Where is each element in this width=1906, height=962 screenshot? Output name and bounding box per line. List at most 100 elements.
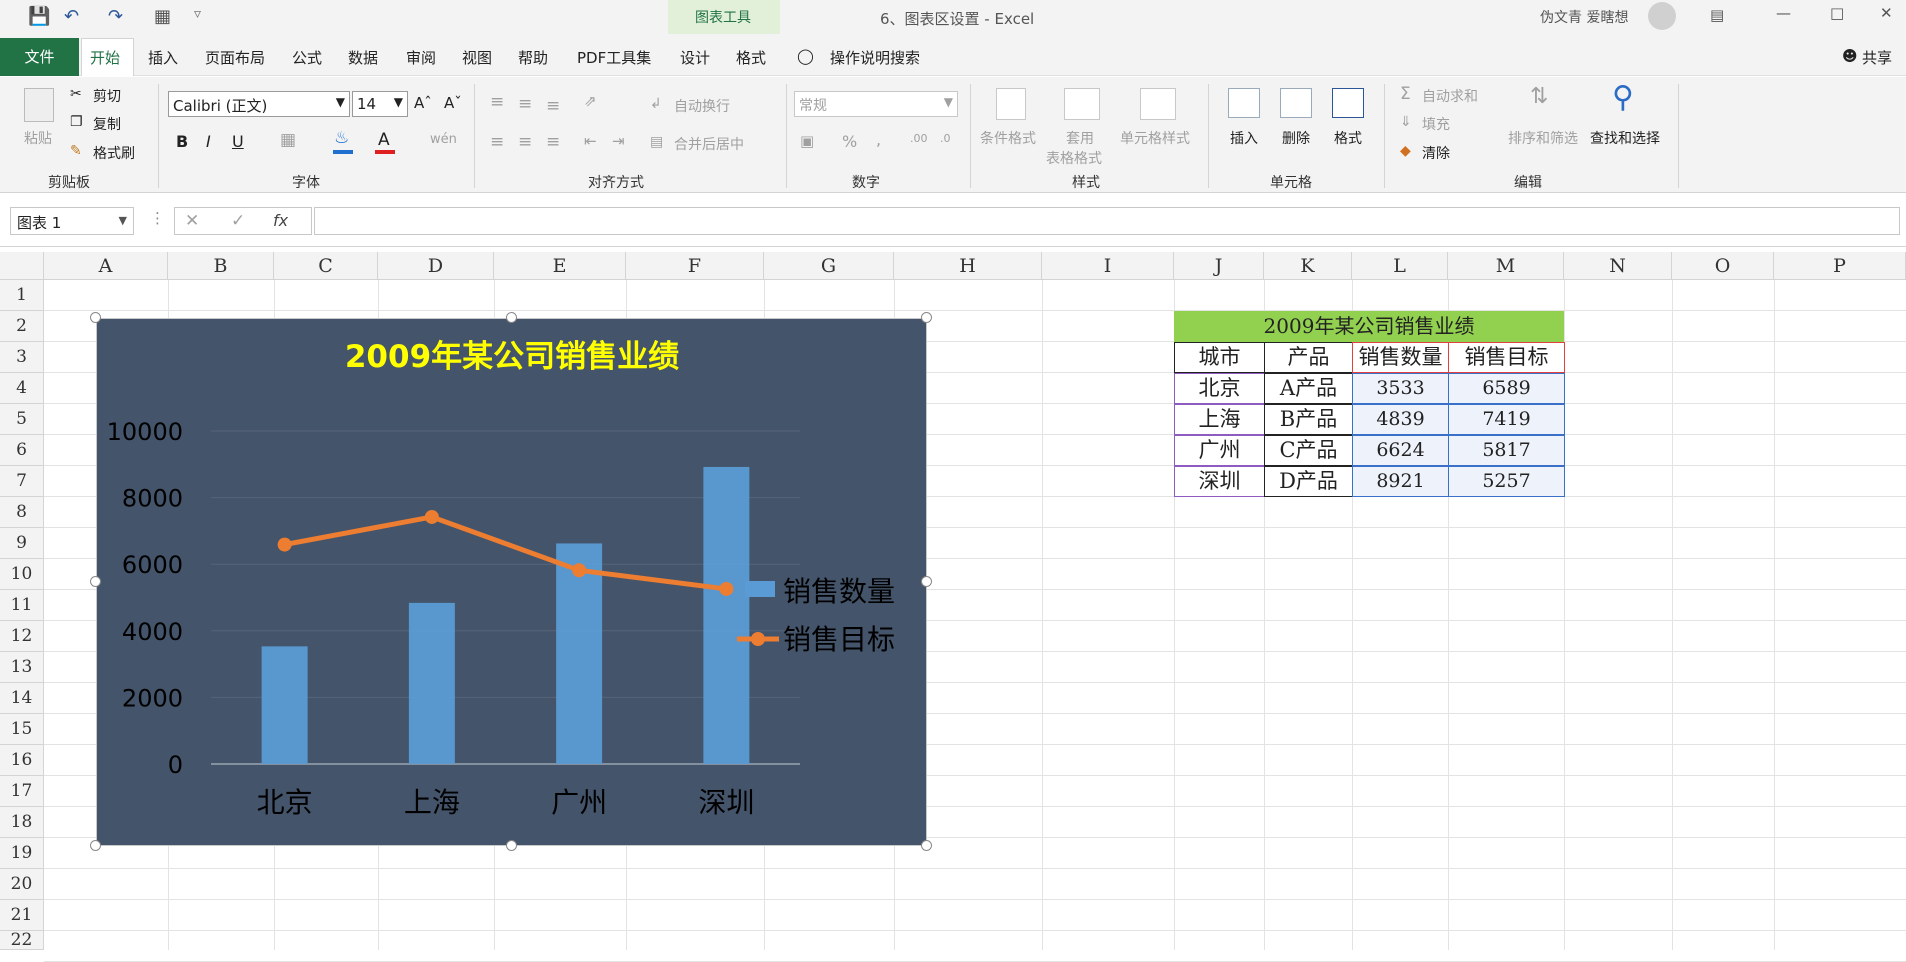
tab-format[interactable]: 格式: [736, 47, 766, 68]
copy-button[interactable]: 复制: [93, 114, 121, 134]
table-cell[interactable]: 7419: [1448, 404, 1565, 435]
row-header[interactable]: 2: [0, 311, 44, 342]
row-header[interactable]: 1: [0, 280, 44, 311]
row-header[interactable]: 19: [0, 838, 44, 869]
insert-function-icon[interactable]: fx: [273, 211, 288, 230]
table-format-button-line1[interactable]: 套用: [1066, 128, 1094, 148]
find-select-button[interactable]: 查找和选择: [1590, 128, 1660, 148]
row-header[interactable]: 14: [0, 683, 44, 714]
tab-file[interactable]: 文件: [0, 38, 79, 76]
column-header[interactable]: I: [1042, 252, 1174, 280]
italic-button[interactable]: I: [206, 132, 211, 151]
table-format-button-line2[interactable]: 表格格式: [1046, 148, 1102, 168]
tab-data[interactable]: 数据: [348, 47, 378, 68]
column-header[interactable]: L: [1352, 252, 1448, 280]
row-header[interactable]: 5: [0, 404, 44, 435]
currency-icon[interactable]: ▣: [800, 132, 814, 150]
chart-area[interactable]: 2009年某公司销售业绩 0 2000 4000 6000 8000 10000 北京 上海 广州…: [96, 318, 927, 846]
search-tell-me[interactable]: 操作说明搜索: [830, 47, 920, 68]
decrease-font-icon[interactable]: Aˇ: [444, 94, 462, 112]
resize-handle[interactable]: [921, 312, 932, 323]
align-top-icon[interactable]: ≡: [490, 92, 504, 112]
decrease-indent-icon[interactable]: ⇤: [584, 132, 597, 150]
column-header[interactable]: P: [1774, 252, 1906, 280]
align-bottom-icon[interactable]: ≡: [546, 96, 560, 116]
row-header[interactable]: 9: [0, 528, 44, 559]
table-cell[interactable]: 5257: [1448, 466, 1565, 497]
save-icon[interactable]: 💾: [28, 6, 50, 27]
table-cell[interactable]: 8921: [1352, 466, 1449, 497]
cancel-icon[interactable]: ✕: [185, 211, 199, 231]
fill-button[interactable]: 填充: [1422, 114, 1450, 134]
table-header-cell[interactable]: 销售数量: [1352, 342, 1449, 373]
font-size-select[interactable]: 14 ▼: [352, 91, 408, 117]
row-header[interactable]: 17: [0, 776, 44, 807]
column-header[interactable]: M: [1448, 252, 1564, 280]
row-header[interactable]: 6: [0, 435, 44, 466]
tab-insert[interactable]: 插入: [148, 47, 178, 68]
table-cell[interactable]: A产品: [1264, 373, 1353, 404]
align-left-icon[interactable]: ≡: [490, 132, 504, 152]
tab-pdf-tools[interactable]: PDF工具集: [577, 47, 651, 68]
row-header[interactable]: 16: [0, 745, 44, 776]
wrap-text-button[interactable]: 自动换行: [674, 96, 730, 116]
tab-help[interactable]: 帮助: [518, 47, 548, 68]
table-cell[interactable]: 广州: [1174, 435, 1265, 466]
resize-handle[interactable]: [90, 576, 101, 587]
autosum-button[interactable]: 自动求和: [1422, 86, 1478, 106]
row-header[interactable]: 4: [0, 373, 44, 404]
minimize-icon[interactable]: —: [1776, 4, 1791, 22]
formula-input[interactable]: [314, 207, 1900, 235]
column-header[interactable]: G: [764, 252, 894, 280]
table-cell[interactable]: 上海: [1174, 404, 1265, 435]
column-header[interactable]: K: [1264, 252, 1352, 280]
table-cell[interactable]: 4839: [1352, 404, 1449, 435]
tab-view[interactable]: 视图: [462, 47, 492, 68]
resize-handle[interactable]: [505, 312, 517, 323]
row-header[interactable]: 12: [0, 621, 44, 652]
enter-icon[interactable]: ✓: [231, 211, 245, 231]
table-cell[interactable]: 6624: [1352, 435, 1449, 466]
resize-handle[interactable]: [90, 312, 101, 323]
tab-review[interactable]: 审阅: [406, 47, 436, 68]
conditional-format-button[interactable]: 条件格式: [980, 128, 1036, 148]
row-header[interactable]: 20: [0, 869, 44, 900]
cut-button[interactable]: 剪切: [93, 86, 121, 106]
redo-icon[interactable]: ↷: [108, 6, 123, 27]
tab-design[interactable]: 设计: [680, 47, 710, 68]
orientation-icon[interactable]: ⇗: [584, 92, 597, 110]
row-header[interactable]: 10: [0, 559, 44, 590]
merge-center-button[interactable]: 合并后居中: [674, 134, 744, 154]
font-name-select[interactable]: Calibri (正文) ▼: [168, 91, 350, 117]
increase-font-icon[interactable]: Aˆ: [414, 94, 432, 112]
select-all-corner[interactable]: [0, 252, 44, 280]
ribbon-display-icon[interactable]: ▤: [1710, 6, 1724, 24]
number-format-select[interactable]: 常规 ▼: [794, 91, 958, 117]
column-header[interactable]: N: [1564, 252, 1672, 280]
increase-indent-icon[interactable]: ⇥: [612, 132, 625, 150]
column-header[interactable]: F: [626, 252, 764, 280]
table-cell[interactable]: 5817: [1448, 435, 1565, 466]
paste-button[interactable]: 粘贴: [24, 128, 52, 148]
table-cell[interactable]: C产品: [1264, 435, 1353, 466]
column-header[interactable]: O: [1672, 252, 1774, 280]
align-middle-icon[interactable]: ≡: [518, 94, 532, 114]
row-header[interactable]: 3: [0, 342, 44, 373]
decrease-decimal-icon[interactable]: .0: [940, 132, 951, 145]
phonetic-icon[interactable]: wén: [430, 132, 457, 147]
align-right-icon[interactable]: ≡: [546, 132, 560, 152]
fill-color-icon[interactable]: ♨: [334, 128, 349, 148]
row-header[interactable]: 18: [0, 807, 44, 838]
increase-decimal-icon[interactable]: .00: [910, 132, 928, 145]
table-header-cell[interactable]: 销售目标: [1448, 342, 1565, 373]
resize-handle[interactable]: [921, 576, 932, 587]
table-header-cell[interactable]: 城市: [1174, 342, 1265, 373]
column-header[interactable]: H: [894, 252, 1042, 280]
border-icon[interactable]: ▦: [280, 130, 296, 150]
align-center-icon[interactable]: ≡: [518, 132, 532, 152]
resize-handle[interactable]: [90, 840, 101, 851]
resize-handle[interactable]: [921, 840, 932, 851]
format-cells-button[interactable]: 格式: [1334, 128, 1362, 148]
column-header[interactable]: D: [378, 252, 494, 280]
share-button[interactable]: 共享: [1862, 47, 1892, 68]
